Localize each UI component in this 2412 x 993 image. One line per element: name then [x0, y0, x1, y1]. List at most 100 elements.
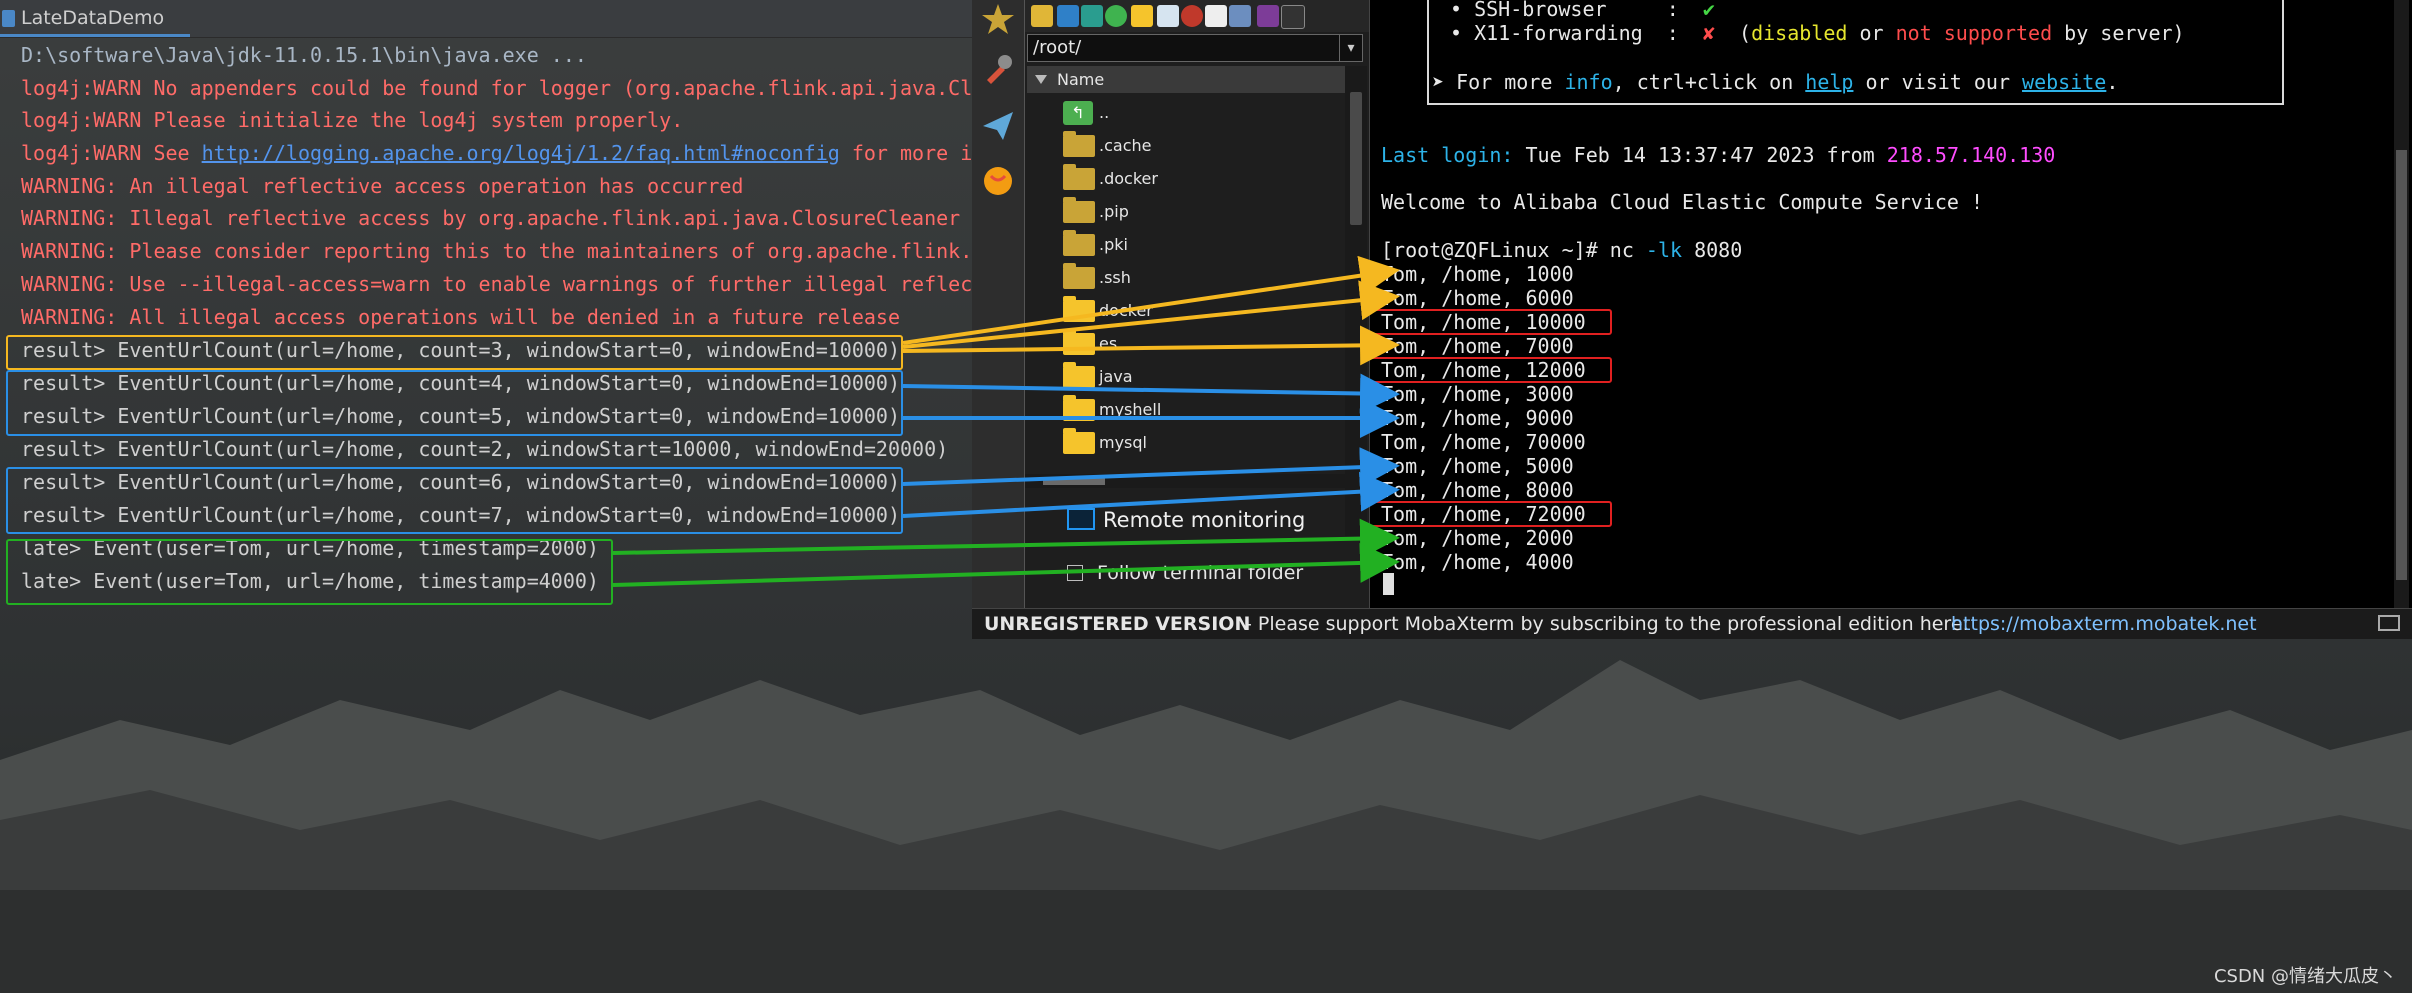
folder-icon [1063, 263, 1095, 289]
console-line: WARNING: Use --illegal-access=warn to en… [21, 272, 973, 296]
new-file-icon[interactable] [1157, 5, 1179, 27]
file-name: .cache [1099, 136, 1152, 155]
folder-icon [1063, 395, 1095, 421]
annotation-box-yellow [6, 335, 903, 370]
follow-terminal-folder-checkbox[interactable]: Follow terminal folder [1067, 560, 1303, 586]
list-item[interactable]: .docker [1063, 162, 1333, 195]
path-input[interactable]: /root/ ▾ [1027, 34, 1363, 62]
sftp-globe-icon[interactable] [981, 164, 1015, 198]
folder-icon [1063, 296, 1095, 322]
console-line: log4j:WARN No appenders could be found f… [21, 76, 973, 100]
list-item[interactable]: .ssh [1063, 261, 1333, 294]
scroll-thumb[interactable] [1350, 92, 1362, 225]
bookmark-icon[interactable] [1229, 5, 1251, 27]
input-line: Tom, /home, 5000 [1381, 454, 1574, 478]
help-link[interactable]: help [1805, 70, 1853, 94]
settings-icon[interactable] [1257, 5, 1279, 27]
folder-icon [1063, 197, 1095, 223]
file-name: mysql [1099, 433, 1147, 452]
input-line: Tom, /home, 4000 [1381, 550, 1574, 574]
list-item[interactable]: myshell [1063, 393, 1333, 426]
screen-icon[interactable] [2378, 615, 2400, 631]
input-line: Tom, /home, 7000 [1381, 334, 1574, 358]
file-name: .pip [1099, 202, 1129, 221]
terminal-icon[interactable] [1281, 5, 1305, 29]
annotation-box-blue-1 [6, 370, 903, 436]
list-item[interactable]: docker [1063, 294, 1333, 327]
list-item[interactable]: java [1063, 360, 1333, 393]
file-name: myshell [1099, 400, 1162, 419]
welcome-line: Welcome to Alibaba Cloud Elastic Compute… [1381, 190, 1984, 214]
file-name: .. [1099, 103, 1110, 122]
list-item[interactable]: es [1063, 327, 1333, 360]
input-line: Tom, /home, 8000 [1381, 478, 1574, 502]
tab-label: LateDataDemo [21, 7, 165, 29]
side-toolbar [972, 0, 1025, 608]
ssh-browser-line: • SSH-browser : ✔ [1450, 0, 1715, 21]
list-item[interactable]: .pki [1063, 228, 1333, 261]
ssh-terminal[interactable]: • SSH-browser : ✔ • X11-forwarding : ✘ (… [1369, 0, 2395, 608]
folder-icon [1063, 428, 1095, 454]
follow-terminal-folder-label: Follow terminal folder [1097, 562, 1304, 584]
folder-icon [1063, 329, 1095, 355]
send-icon[interactable] [981, 108, 1015, 142]
rename-icon[interactable] [1205, 5, 1227, 27]
website-link[interactable]: website [2022, 70, 2106, 94]
mobaxterm-link[interactable]: https://mobaxterm.mobatek.net [1951, 609, 2257, 639]
input-line: Tom, /home, 2000 [1381, 526, 1574, 550]
scroll-thumb[interactable] [1043, 477, 1105, 485]
file-name: .ssh [1099, 268, 1131, 287]
log4j-faq-link[interactable]: http://logging.apache.org/log4j/1.2/faq.… [202, 141, 840, 165]
parent-dir-icon: ↰ [1063, 101, 1093, 125]
tools-icon[interactable] [981, 52, 1015, 86]
download-icon[interactable] [1057, 5, 1079, 27]
list-item[interactable]: .pip [1063, 195, 1333, 228]
file-list-hscroll[interactable] [1025, 474, 1345, 488]
folder-icon [1063, 230, 1095, 256]
list-item[interactable]: .cache [1063, 129, 1333, 162]
console-line: WARNING: An illegal reflective access op… [21, 174, 744, 198]
more-info-line: ➤ For more info, ctrl+click on help or v… [1432, 70, 2119, 94]
path-dropdown-icon[interactable]: ▾ [1339, 35, 1362, 61]
file-name: docker [1099, 301, 1153, 320]
file-name: .docker [1099, 169, 1158, 188]
delete-icon[interactable] [1181, 5, 1203, 27]
folder-icon [1063, 362, 1095, 388]
input-line: Tom, /home, 9000 [1381, 406, 1574, 430]
folder-icon [1063, 164, 1095, 190]
column-header-name[interactable]: Name [1027, 66, 1345, 93]
annotation-box-green [6, 539, 613, 605]
console-line-log4j-see: log4j:WARN See http://logging.apache.org… [21, 137, 972, 170]
terminal-scrollbar[interactable] [2394, 0, 2409, 608]
run-config-icon [2, 10, 15, 27]
annotation-box-red [1370, 309, 1612, 335]
list-item[interactable]: mysql [1063, 426, 1333, 459]
cross-icon: ✘ [1702, 21, 1715, 45]
tab-late-data-demo[interactable]: LateDataDemo [0, 0, 190, 37]
monitor-icon [1067, 508, 1095, 530]
star-icon[interactable] [981, 2, 1015, 36]
upload-icon[interactable] [1081, 5, 1103, 27]
path-value: /root/ [1033, 37, 1082, 58]
new-folder-icon[interactable] [1131, 5, 1153, 27]
console-line: WARNING: Illegal reflective access by or… [21, 206, 961, 230]
file-list-vscroll[interactable] [1345, 66, 1367, 536]
file-name: java [1099, 367, 1133, 386]
remote-monitoring-button[interactable]: Remote monitoring [1067, 506, 1305, 534]
annotation-box-red [1370, 501, 1612, 527]
checkbox[interactable] [1067, 565, 1083, 581]
sftp-toolbar [1025, 0, 1369, 32]
sftp-browser: /root/ ▾ Name ↰.. .cache .docker .pip .p… [1025, 0, 1369, 608]
remote-monitoring-label: Remote monitoring [1103, 508, 1306, 532]
status-bar: UNREGISTERED VERSION - Please support Mo… [972, 608, 2412, 639]
log4j-see-suffix: for more i [839, 141, 973, 165]
console-line: WARNING: All illegal access operations w… [21, 305, 900, 329]
parent-folder-icon[interactable] [1031, 5, 1053, 27]
refresh-icon[interactable] [1105, 5, 1127, 27]
list-item-parent[interactable]: ↰.. [1063, 96, 1333, 129]
scroll-thumb[interactable] [2396, 150, 2407, 580]
input-line: Tom, /home, 6000 [1381, 286, 1574, 310]
folder-icon [1063, 131, 1095, 157]
input-line: Tom, /home, 3000 [1381, 382, 1574, 406]
terminal-cursor [1383, 573, 1394, 595]
